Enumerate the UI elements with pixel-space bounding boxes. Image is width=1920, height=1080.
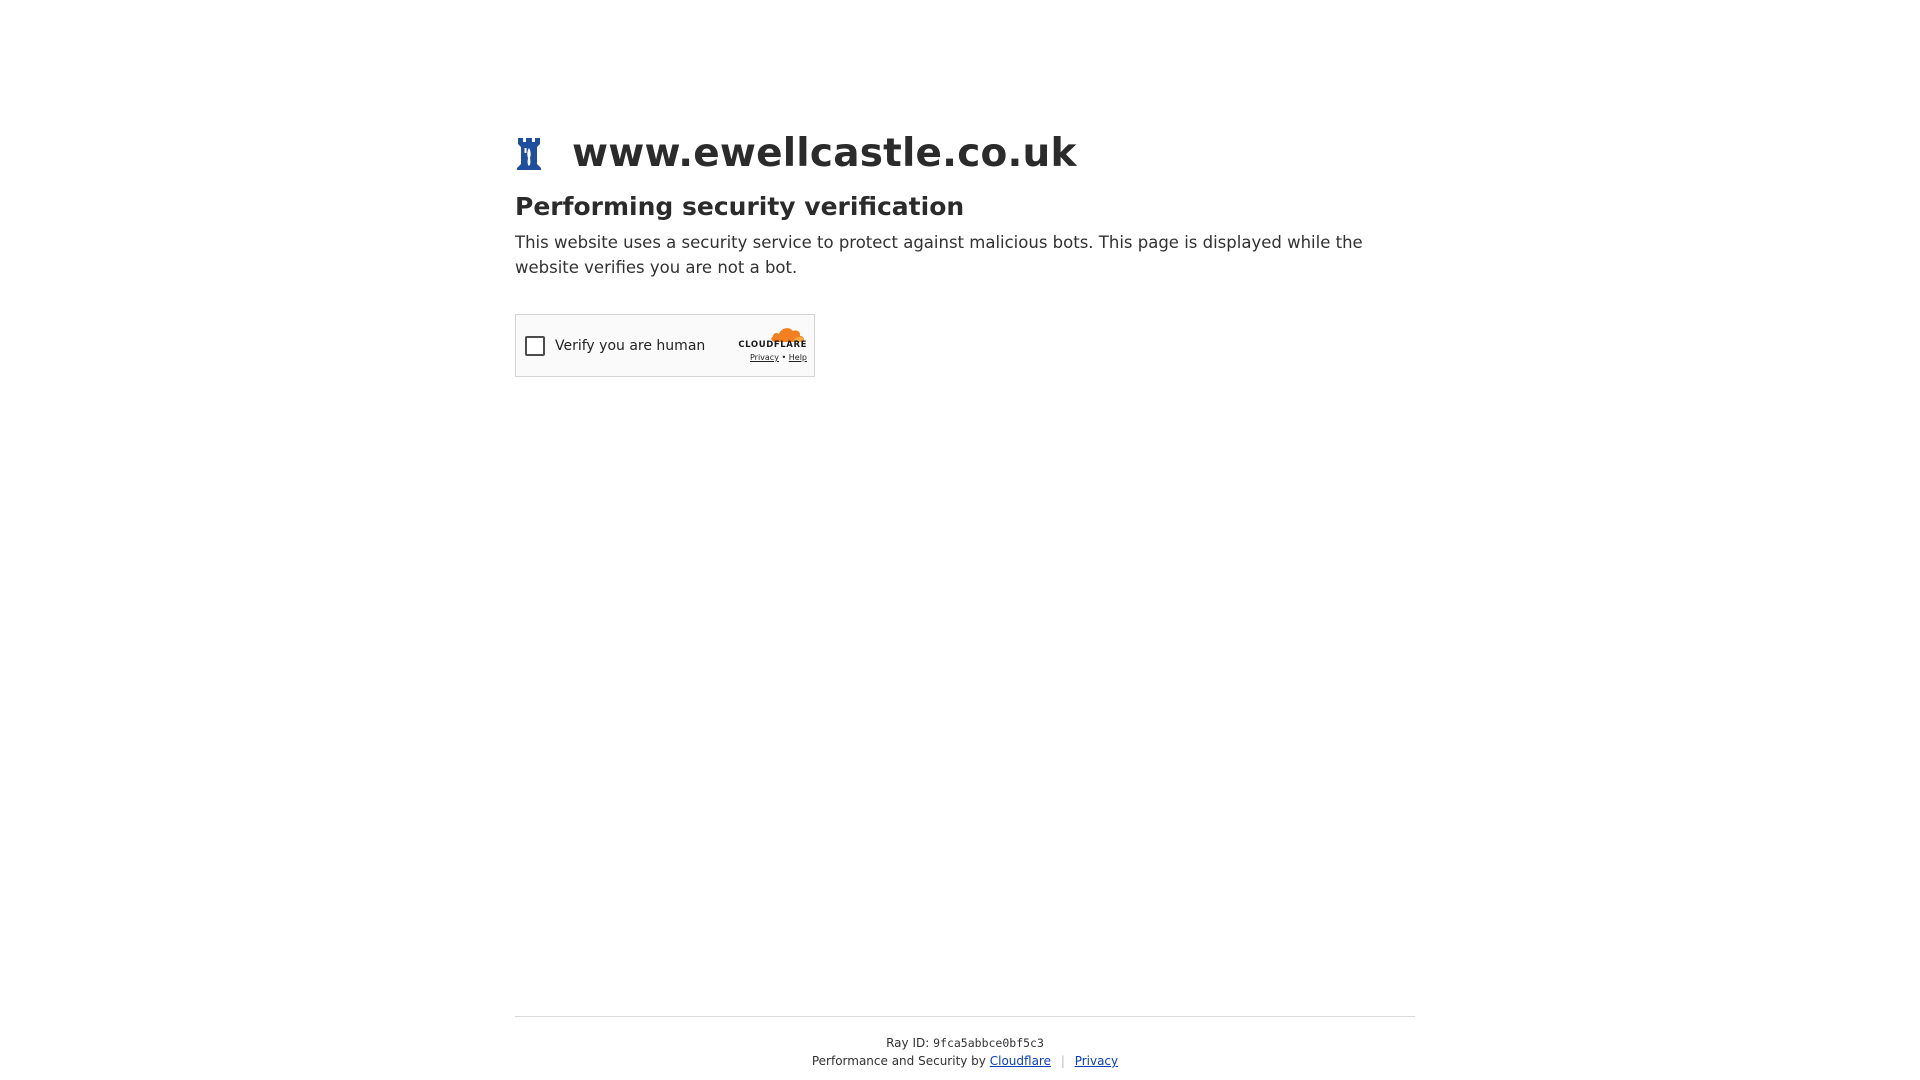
site-domain: www.ewellcastle.co.uk [572, 130, 1077, 176]
page-title: Performing security verification [515, 192, 965, 221]
widget-link-separator: • [781, 353, 787, 362]
footer: Ray ID: 9fca5abbce0bf5c3 Performance and… [515, 1016, 1415, 1069]
verify-checkbox[interactable] [525, 335, 545, 356]
site-header: www.ewellcastle.co.uk [515, 128, 1415, 178]
verify-label[interactable]: Verify you are human [555, 338, 705, 354]
performance-row: Performance and Security by Cloudflare |… [515, 1053, 1415, 1069]
ray-id-value: 9fca5abbce0bf5c3 [933, 1036, 1044, 1050]
castle-tower-icon [515, 135, 543, 171]
widget-links: Privacy • Help [731, 353, 807, 362]
performance-text: Performance and Security by [811, 1054, 986, 1068]
main-content: www.ewellcastle.co.uk Performing securit… [515, 128, 1415, 377]
footer-privacy-link[interactable]: Privacy [1075, 1054, 1118, 1068]
cloudflare-link[interactable]: Cloudflare [990, 1054, 1051, 1068]
footer-separator: | [1060, 1054, 1065, 1068]
cloudflare-wordmark: CLOUDFLARE [738, 340, 807, 350]
ray-id-label: Ray ID: [886, 1036, 930, 1050]
challenge-page: www.ewellcastle.co.uk Performing securit… [0, 0, 1920, 1080]
page-description: This website uses a security service to … [515, 233, 1363, 277]
ray-id-row: Ray ID: 9fca5abbce0bf5c3 [515, 1035, 1415, 1051]
widget-privacy-link[interactable]: Privacy [750, 353, 779, 362]
widget-help-link[interactable]: Help [789, 353, 807, 362]
turnstile-widget: Verify you are human CLOUDFLARE Privacy … [515, 314, 815, 377]
cloudflare-branding: CLOUDFLARE Privacy • Help [731, 325, 807, 362]
